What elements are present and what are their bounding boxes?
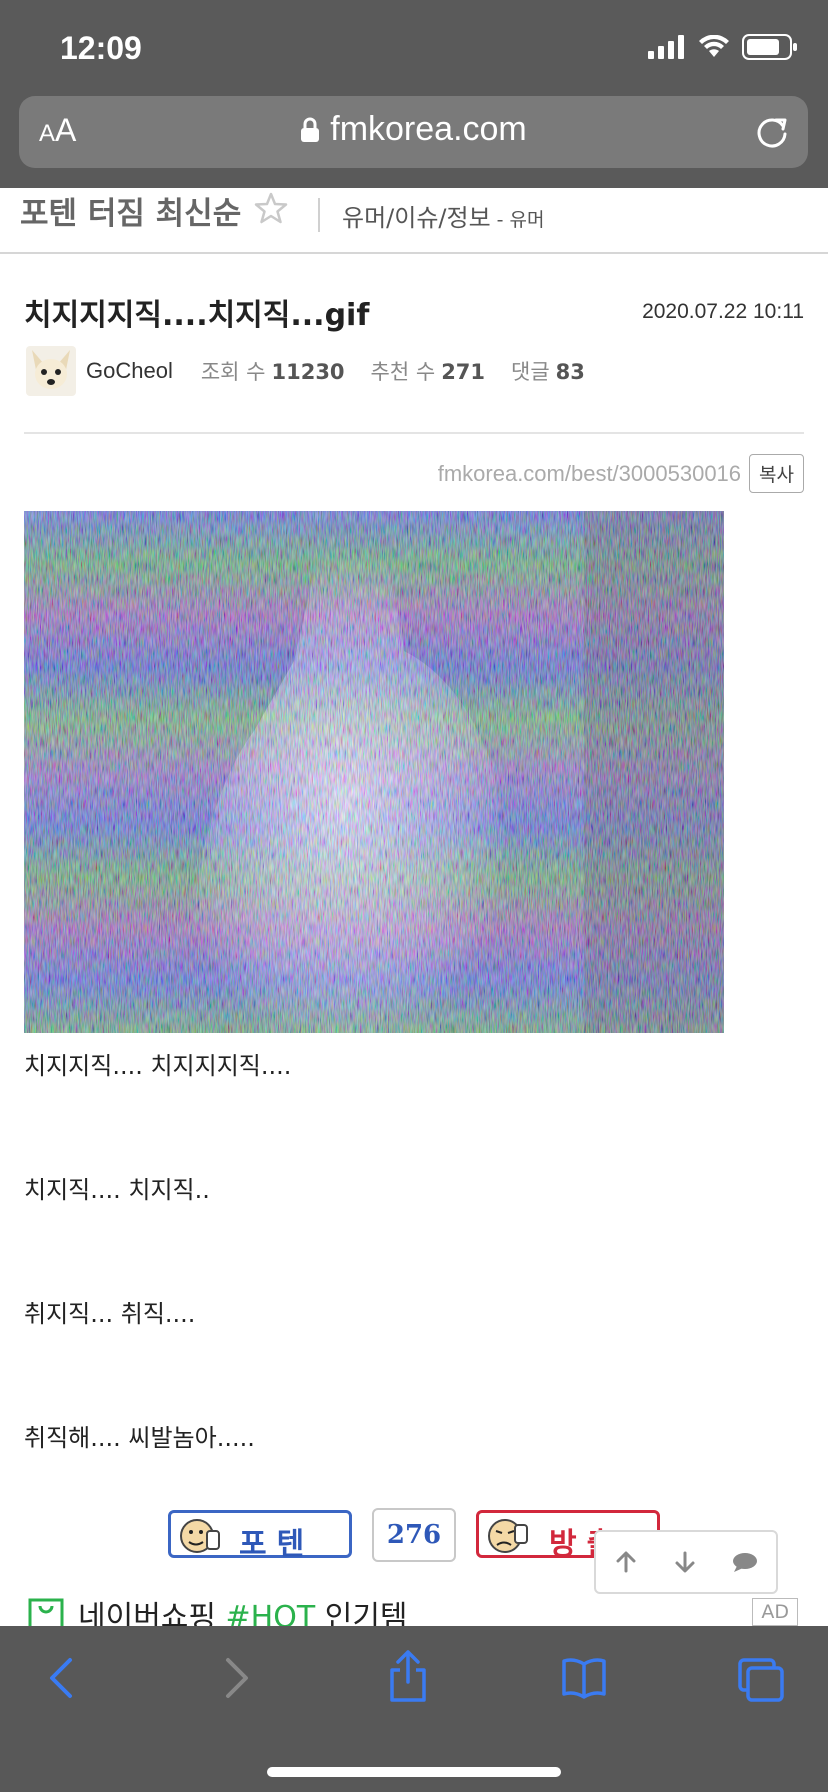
view-count: 조회 수 11230 <box>200 360 345 384</box>
copy-link-button[interactable]: 복사 <box>749 454 804 493</box>
upvote-label: 포텐 <box>239 1527 315 1562</box>
url-display[interactable]: fmkorea.com <box>19 110 808 149</box>
post-gif-image[interactable] <box>24 511 724 1033</box>
battery-icon <box>742 34 797 60</box>
wifi-icon <box>699 35 729 57</box>
ad-banner[interactable]: 네이버쇼핑 #HOT 인기템 AD <box>0 1596 828 1626</box>
vote-count: 276 <box>372 1508 456 1562</box>
thumbs-down-face-icon <box>488 1519 528 1553</box>
forward-arrow-icon[interactable] <box>218 1656 254 1700</box>
browser-top-chrome: 12:09 AA fmkorea.com <box>0 0 828 188</box>
tabs-icon[interactable] <box>736 1656 786 1704</box>
board-title[interactable]: 포텐 터짐 최신순 <box>20 188 241 233</box>
header-divider <box>24 432 804 434</box>
shopping-bag-icon <box>28 1598 64 1626</box>
permalink[interactable]: fmkorea.com/best/3000530016 <box>438 461 741 487</box>
permalink-row: fmkorea.com/best/3000530016 복사 <box>438 454 804 493</box>
tv-static-image <box>24 511 724 1033</box>
floating-nav <box>594 1530 778 1594</box>
address-bar[interactable]: AA fmkorea.com <box>19 96 808 168</box>
dog-avatar-icon <box>26 346 76 396</box>
ad-badge: AD <box>752 1598 798 1626</box>
breadcrumb: 유머/이슈/정보 - 유머 <box>342 198 545 233</box>
post-body-line: 취지직... 취직.... <box>24 1300 196 1328</box>
browser-bottom-toolbar <box>0 1626 828 1792</box>
reload-icon[interactable] <box>752 112 792 152</box>
upvote-button[interactable]: 포텐 <box>168 1510 352 1562</box>
thumbs-up-face-icon <box>180 1519 220 1553</box>
ad-text: 네이버쇼핑 #HOT 인기템 <box>78 1600 408 1626</box>
lock-icon <box>301 117 320 142</box>
status-time: 12:09 <box>60 30 142 66</box>
post-body-line: 치지지직.... 치지지지직.... <box>24 1052 292 1080</box>
share-icon[interactable] <box>386 1648 430 1704</box>
status-icons <box>648 34 798 60</box>
post-body-line: 치지직.... 치지직.. <box>24 1176 210 1204</box>
author-name[interactable]: GoCheol <box>86 358 173 384</box>
post-date: 2020.07.22 10:11 <box>642 300 804 323</box>
cellular-signal-icon <box>648 35 684 59</box>
comment-bubble-icon[interactable] <box>731 1550 759 1574</box>
breadcrumb-category[interactable]: 유머/이슈/정보 <box>342 204 491 232</box>
post-meta: GoCheol 조회 수 11230 추천 수 271 댓글 83 <box>26 346 611 396</box>
comment-count[interactable]: 댓글 83 <box>511 356 585 386</box>
bookmarks-icon[interactable] <box>560 1656 608 1700</box>
scroll-up-arrow-icon[interactable] <box>613 1549 639 1575</box>
scroll-down-arrow-icon[interactable] <box>672 1549 698 1575</box>
recommend-count: 추천 수 271 <box>370 360 486 384</box>
url-text: fmkorea.com <box>330 110 527 148</box>
breadcrumb-divider <box>318 198 320 232</box>
avatar[interactable] <box>26 346 76 396</box>
favorite-star-icon[interactable] <box>254 192 288 224</box>
home-indicator[interactable] <box>267 1767 561 1777</box>
back-arrow-icon[interactable] <box>44 1656 80 1700</box>
board-header: 포텐 터짐 최신순 유머/이슈/정보 - 유머 <box>0 188 828 254</box>
post-body-line: 취직해.... 씨발놈아..... <box>24 1424 255 1452</box>
post-title: 치지지지직....치지직...gif <box>24 298 370 333</box>
breadcrumb-subcategory[interactable]: - 유머 <box>497 209 545 231</box>
